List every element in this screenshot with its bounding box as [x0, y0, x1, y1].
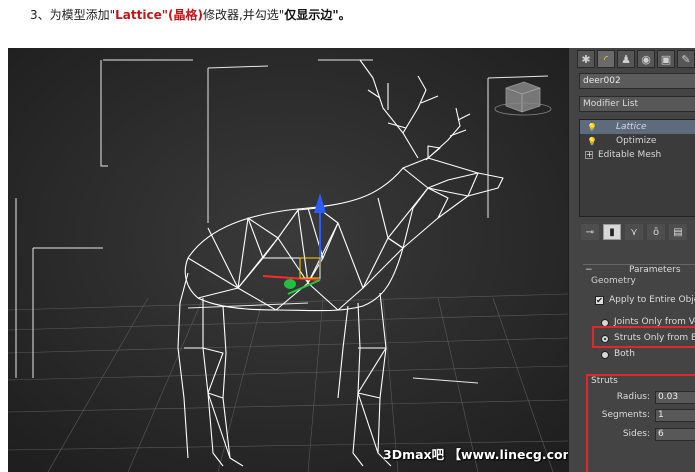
stack-toolbar: ⊸ ▮ ⋎ ō ▤: [581, 224, 687, 240]
stack-item-label: Editable Mesh: [598, 150, 662, 160]
radius-label: Radius:: [616, 392, 650, 402]
motion-tab-icon[interactable]: ◉: [637, 50, 655, 68]
make-unique-icon[interactable]: ⋎: [625, 224, 643, 240]
highlight-box-struts-group: [586, 374, 695, 472]
segments-input[interactable]: 1: [655, 409, 695, 422]
radio-button[interactable]: [601, 351, 609, 359]
sides-input[interactable]: 6: [655, 428, 695, 441]
pin-stack-icon[interactable]: ⊸: [581, 224, 599, 240]
perspective-viewport[interactable]: 3Dmax吧 【www.linecg.com/tieba/1771】: [8, 48, 568, 472]
utilities-tab-icon[interactable]: ✎: [677, 50, 695, 68]
rollout-title: Parameters: [629, 265, 681, 275]
parameters-rollout-header[interactable]: − Parameters: [583, 264, 695, 276]
modifier-list-dropdown[interactable]: Modifier List: [579, 96, 695, 112]
instruction-prefix: 3、为模型添加": [30, 8, 116, 22]
modifier-stack: 💡 Lattice 💡 Optimize + Editable Mesh: [579, 119, 695, 217]
instruction-middle: 修改器,并勾选": [202, 8, 285, 22]
struts-group-label: Struts: [591, 376, 618, 386]
stack-item-editable-mesh[interactable]: + Editable Mesh: [580, 148, 695, 162]
radio-label: Both: [614, 349, 635, 359]
checkbox-checked-icon[interactable]: ✔: [595, 296, 604, 305]
stack-item-lattice[interactable]: 💡 Lattice: [580, 120, 695, 134]
command-panel-tabs: ✱ ◜ ♟ ◉ ▣ ✎: [577, 50, 695, 68]
lightbulb-icon[interactable]: 💡: [587, 135, 597, 149]
instruction-text: 3、为模型添加"Lattice"(晶格)修改器,并勾选"仅显示边"。: [30, 6, 351, 24]
hierarchy-tab-icon[interactable]: ♟: [617, 50, 635, 68]
radius-spinner-row: Radius: 0.03: [569, 391, 695, 405]
display-tab-icon[interactable]: ▣: [657, 50, 675, 68]
stack-item-label: Optimize: [616, 136, 657, 146]
modify-tab-icon[interactable]: ◜: [597, 50, 615, 68]
lightbulb-icon[interactable]: 💡: [587, 121, 597, 135]
radius-input[interactable]: 0.03: [655, 391, 695, 404]
viewport-scene: [8, 48, 568, 472]
geometry-group-label: Geometry: [591, 276, 636, 286]
configure-icon[interactable]: ▤: [669, 224, 687, 240]
create-tab-icon[interactable]: ✱: [577, 50, 595, 68]
segments-label: Segments:: [601, 410, 650, 420]
screenshot-frame: 3Dmax吧 【www.linecg.com/tieba/1771】 ✱ ◜ ♟…: [8, 48, 695, 472]
remove-modifier-icon[interactable]: ō: [647, 224, 665, 240]
sides-label: Sides:: [622, 429, 650, 439]
instruction-option: 仅显示边"。: [284, 8, 351, 22]
watermark-text: 3Dmax吧 【www.linecg.com/tieba/1771】: [383, 447, 568, 462]
stack-item-label: Lattice: [616, 122, 647, 132]
highlight-box-struts-option: [592, 326, 695, 348]
checkbox-label: Apply to Entire Object: [609, 295, 695, 305]
expand-plus-icon[interactable]: +: [585, 151, 593, 159]
instruction-modifier-name: Lattice"(晶格): [115, 8, 203, 22]
show-end-result-icon[interactable]: ▮: [603, 224, 621, 240]
segments-spinner-row: Segments: 1: [569, 409, 695, 423]
collapse-minus-icon: −: [585, 265, 593, 275]
object-name-field[interactable]: deer002: [579, 73, 695, 89]
stack-item-optimize[interactable]: 💡 Optimize: [580, 134, 695, 148]
command-panel: ✱ ◜ ♟ ◉ ▣ ✎ deer002 Modifier List 💡 Latt…: [568, 48, 695, 472]
sides-spinner-row: Sides: 6: [569, 428, 695, 442]
